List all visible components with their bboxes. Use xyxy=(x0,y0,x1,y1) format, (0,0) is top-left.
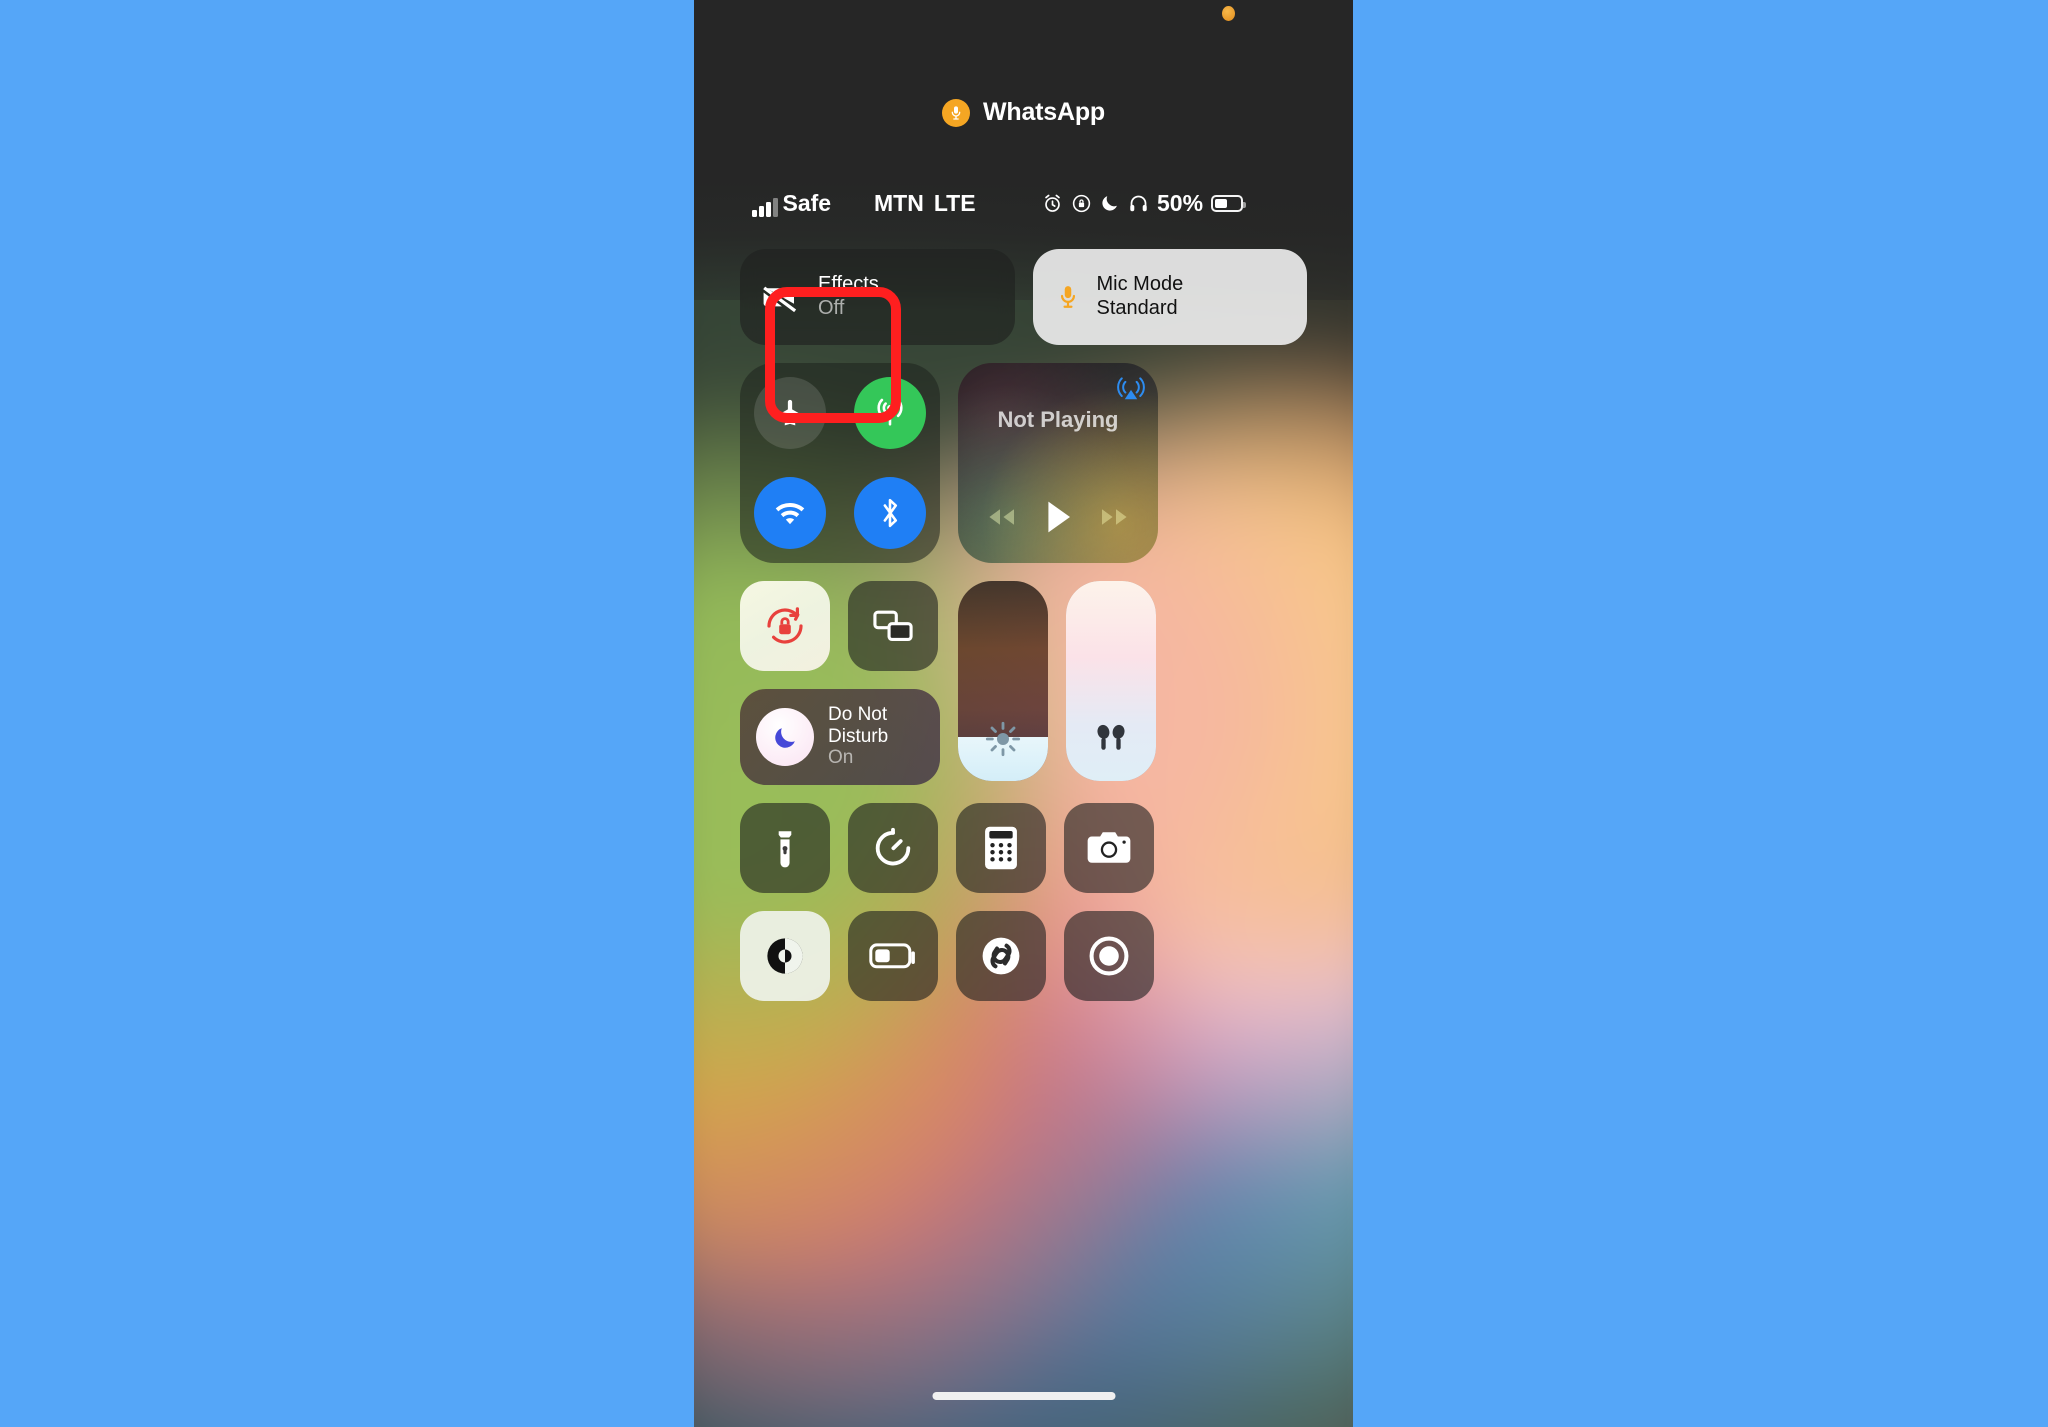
do-not-disturb-tile[interactable]: Do Not Disturb On xyxy=(740,689,940,785)
calculator-icon xyxy=(982,825,1020,871)
flashlight-icon xyxy=(764,827,806,869)
connectivity-tile xyxy=(740,363,940,563)
screen-mirroring-icon xyxy=(870,606,916,646)
microphone-icon xyxy=(1055,279,1081,315)
airplane-icon xyxy=(773,396,807,430)
bluetooth-icon xyxy=(874,495,906,531)
cellular-antenna-icon xyxy=(872,395,908,431)
video-slash-icon xyxy=(762,281,802,313)
shazam-tile[interactable] xyxy=(956,911,1046,1001)
app-name-label: WhatsApp xyxy=(983,98,1105,126)
mic-mode-subtitle: Standard xyxy=(1096,297,1178,319)
effects-tile[interactable]: Effects Off xyxy=(740,249,1015,345)
status-bar-carrier: MTN LTE xyxy=(874,190,976,217)
carrier-label: MTN xyxy=(874,189,924,216)
headphones-icon xyxy=(1128,193,1149,214)
dark-mode-icon xyxy=(762,933,808,979)
mid-left-column: Do Not Disturb On xyxy=(740,581,940,785)
row-effects-micmode: Effects Off Mic Mode Standard xyxy=(740,249,1307,345)
battery-icon xyxy=(869,941,917,971)
dark-mode-tile[interactable] xyxy=(740,911,830,1001)
airpods-icon xyxy=(1066,717,1156,759)
volume-slider[interactable] xyxy=(1066,581,1156,781)
battery-fill xyxy=(1215,198,1228,208)
row-shortcuts-1 xyxy=(740,803,1307,893)
timer-tile[interactable] xyxy=(848,803,938,893)
shazam-icon xyxy=(978,933,1024,979)
rotation-lock-icon xyxy=(761,602,809,650)
screen-recording-tile[interactable] xyxy=(1064,911,1154,1001)
media-player-tile[interactable]: Not Playing xyxy=(958,363,1158,563)
rotation-lock-tile[interactable] xyxy=(740,581,830,671)
network-label: Safe xyxy=(782,189,832,216)
row-shortcuts-2 xyxy=(740,911,1307,1001)
control-center-grid: Effects Off Mic Mode Standard Not Playin… xyxy=(740,249,1307,1019)
sun-icon xyxy=(958,719,1048,759)
do-not-disturb-text: Do Not Disturb On xyxy=(828,704,888,770)
dnd-title-line1: Do Not xyxy=(828,703,888,725)
effects-title: Effects xyxy=(818,273,879,296)
media-title: Not Playing xyxy=(997,407,1119,432)
cellular-data-button[interactable] xyxy=(854,377,926,449)
signal-bars-icon xyxy=(752,197,778,217)
low-power-mode-tile[interactable] xyxy=(848,911,938,1001)
fast-forward-icon[interactable] xyxy=(1098,506,1132,528)
status-bar-right: 50% xyxy=(1042,189,1247,217)
mic-mode-title: Mic Mode xyxy=(1096,273,1184,296)
calculator-tile[interactable] xyxy=(956,803,1046,893)
microphone-icon xyxy=(942,98,970,127)
timer-icon xyxy=(870,825,916,871)
dnd-title-line2: Disturb xyxy=(828,725,889,747)
flashlight-tile[interactable] xyxy=(740,803,830,893)
effects-subtitle: Off xyxy=(818,297,845,319)
rotation-lock-icon xyxy=(1071,193,1092,214)
dnd-state: On xyxy=(828,747,854,769)
row-toggles-sliders: Do Not Disturb On xyxy=(740,581,1307,785)
mic-mode-tile[interactable]: Mic Mode Standard xyxy=(1032,249,1307,345)
wifi-button[interactable] xyxy=(754,477,826,549)
brightness-slider[interactable] xyxy=(958,581,1048,781)
app-banner: WhatsApp xyxy=(694,98,1353,127)
media-controls xyxy=(958,499,1158,535)
camera-icon xyxy=(1086,828,1132,868)
screen-mirroring-tile[interactable] xyxy=(848,581,938,671)
phone-screen: WhatsApp Safe MTN LTE 50% Effects Off Mi… xyxy=(694,0,1353,1427)
wifi-icon xyxy=(772,499,808,527)
moon-icon xyxy=(756,708,814,766)
play-icon[interactable] xyxy=(1043,499,1073,535)
rewind-icon[interactable] xyxy=(984,506,1018,528)
bluetooth-button[interactable] xyxy=(854,477,926,549)
row-connectivity-media: Not Playing xyxy=(740,363,1307,563)
camera-tile[interactable] xyxy=(1064,803,1154,893)
microphone-privacy-dot xyxy=(1222,6,1235,21)
effects-text: Effects Off xyxy=(818,273,879,320)
mic-mode-text: Mic Mode Standard xyxy=(1097,273,1184,320)
alarm-clock-icon xyxy=(1042,193,1063,214)
airplane-mode-button[interactable] xyxy=(754,377,826,449)
record-icon xyxy=(1086,933,1132,979)
airplay-icon[interactable] xyxy=(1116,373,1146,403)
battery-percent-label: 50% xyxy=(1157,189,1204,216)
status-bar-left: Safe xyxy=(752,190,831,217)
network-type-label: LTE xyxy=(933,189,976,216)
status-bar: Safe MTN LTE 50% xyxy=(694,186,1353,220)
moon-icon xyxy=(1100,193,1120,213)
row-rotation-mirroring xyxy=(740,581,940,671)
battery-icon xyxy=(1211,194,1247,212)
home-indicator[interactable] xyxy=(932,1392,1115,1400)
